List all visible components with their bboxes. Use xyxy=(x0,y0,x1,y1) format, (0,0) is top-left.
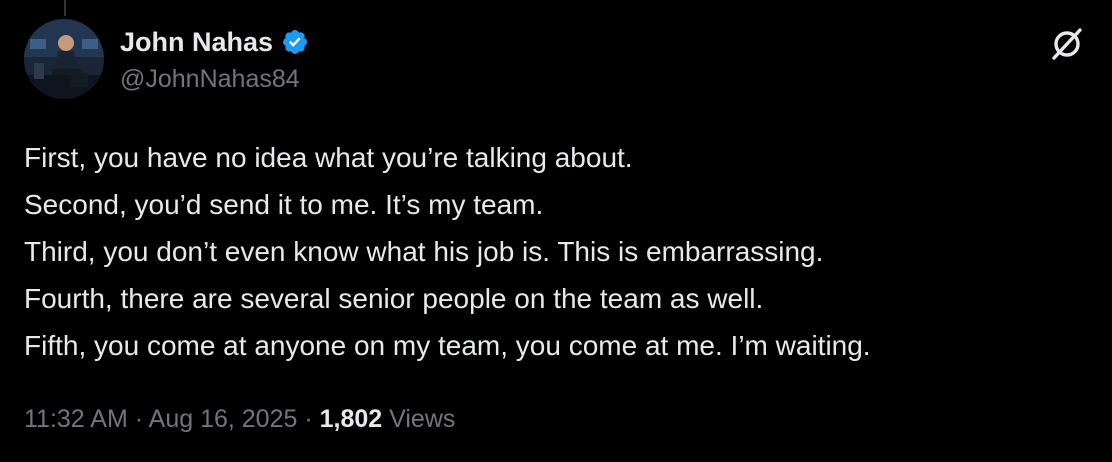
thread-connector-line xyxy=(64,0,66,16)
tweet-text: First, you have no idea what you’re talk… xyxy=(24,134,1094,369)
meta-separator: · xyxy=(304,405,313,433)
meta-separator: · xyxy=(134,405,144,433)
views-label: Views xyxy=(389,405,456,433)
views-link[interactable]: 1,802 Views xyxy=(320,405,456,433)
views-count: 1,802 xyxy=(319,405,383,433)
tweet-line-4: Fourth, there are several senior people … xyxy=(24,283,764,314)
avatar-photo xyxy=(24,19,104,99)
tweet-date[interactable]: Aug 16, 2025 xyxy=(149,405,298,433)
tweet-line-2: Second, you’d send it to me. It’s my tea… xyxy=(24,189,544,220)
author-display-name[interactable]: John Nahas xyxy=(120,27,273,58)
grok-icon[interactable] xyxy=(1048,25,1086,63)
tweet-meta: 11:32 AM · Aug 16, 2025 · 1,802 Views xyxy=(24,405,455,434)
name-row: John Nahas xyxy=(120,25,309,59)
verified-badge-icon xyxy=(281,28,309,56)
tweet-header: John Nahas @JohnNahas84 xyxy=(24,19,1088,101)
tweet-line-5: Fifth, you come at anyone on my team, yo… xyxy=(24,330,871,361)
tweet-line-1: First, you have no idea what you’re talk… xyxy=(24,142,633,173)
tweet-time[interactable]: 11:32 AM xyxy=(24,405,128,433)
tweet-line-3: Third, you don’t even know what his job … xyxy=(24,236,824,267)
avatar[interactable] xyxy=(24,19,104,99)
author-info: John Nahas @JohnNahas84 xyxy=(120,25,309,94)
author-handle[interactable]: @JohnNahas84 xyxy=(120,65,309,94)
